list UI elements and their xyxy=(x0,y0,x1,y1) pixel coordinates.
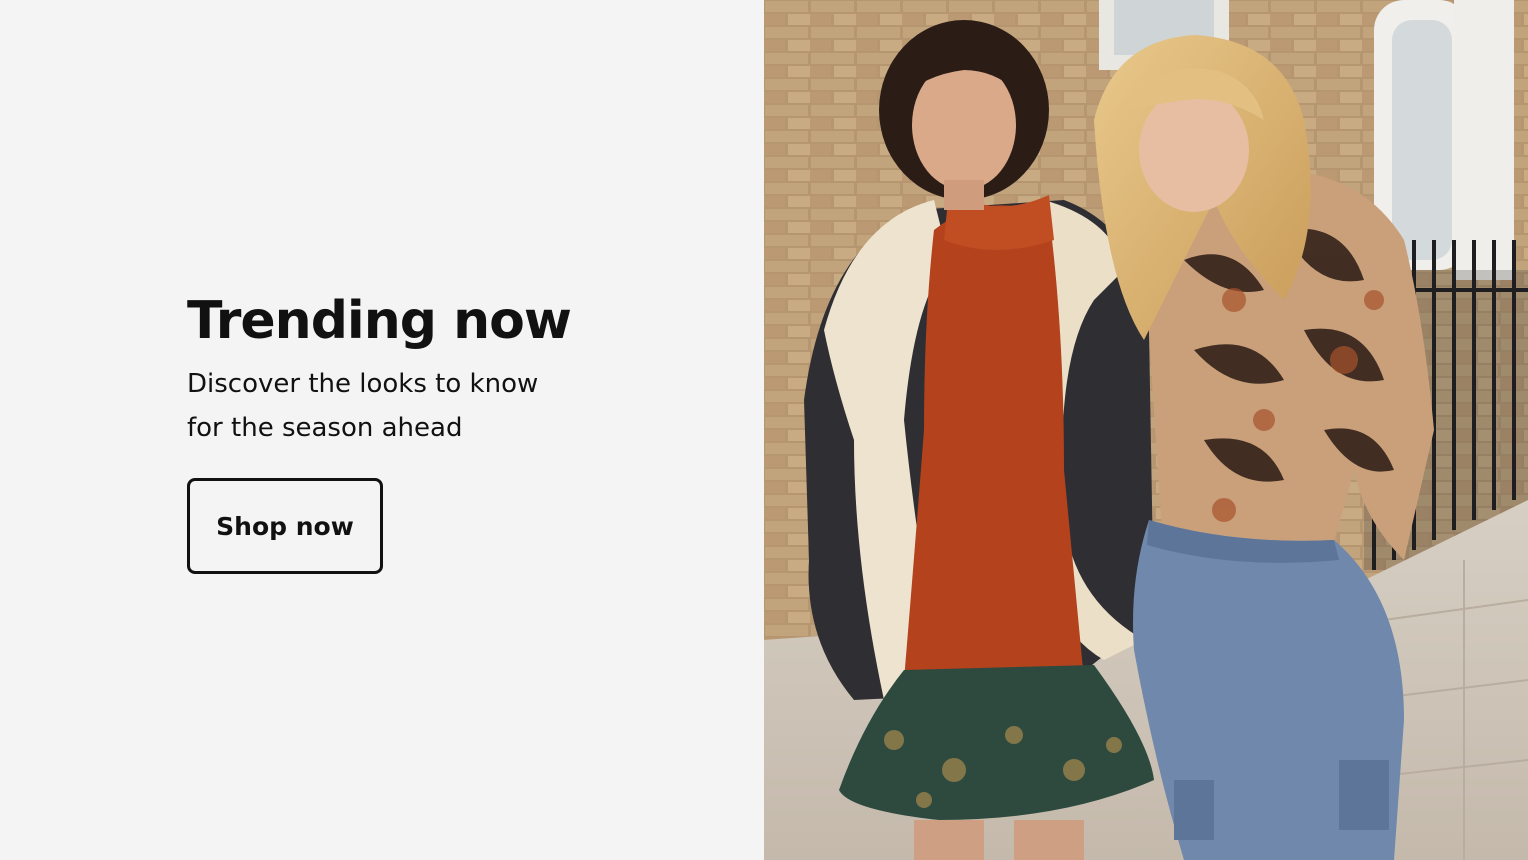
hero-banner: Trending now Discover the looks to know … xyxy=(0,0,1528,860)
hero-photo-illustration xyxy=(764,0,1528,860)
hero-subhead: Discover the looks to know for the seaso… xyxy=(187,369,539,443)
hero-headline: Trending now xyxy=(187,291,572,351)
shop-now-button[interactable]: Shop now xyxy=(187,478,383,574)
hero-text-block: Trending now Discover the looks to know … xyxy=(187,290,657,574)
hero-text-panel: Trending now Discover the looks to know … xyxy=(0,0,764,860)
hero-image[interactable] xyxy=(764,0,1528,860)
